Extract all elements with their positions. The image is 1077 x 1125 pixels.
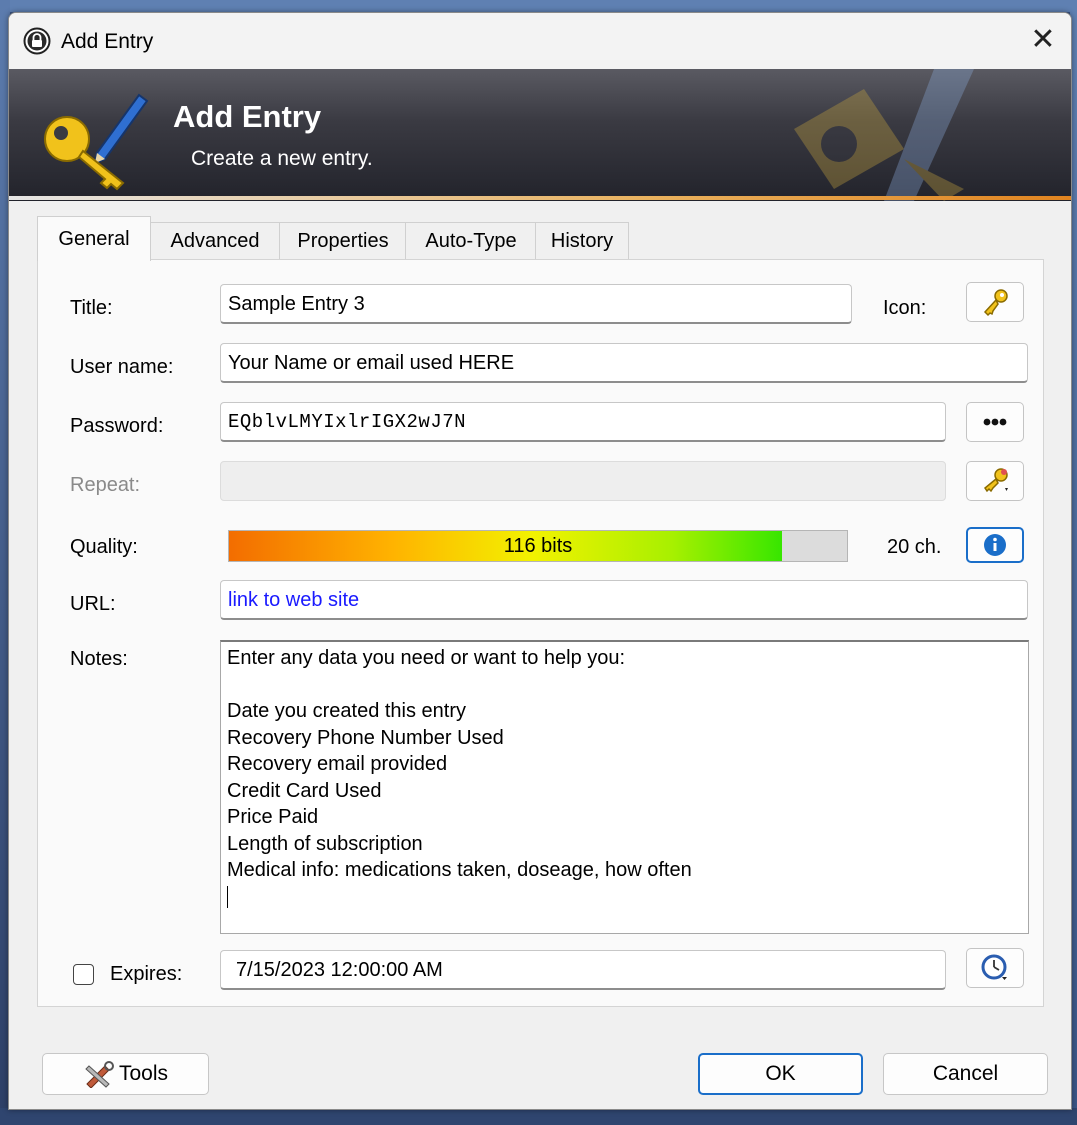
- notes-line: Date you created this entry: [227, 700, 467, 722]
- tab-properties[interactable]: Properties: [279, 222, 407, 259]
- show-password-button[interactable]: [966, 402, 1024, 442]
- key-icon: [983, 289, 1008, 317]
- tab-general[interactable]: General: [37, 216, 151, 261]
- repeat-password-input: [220, 461, 946, 501]
- notes-line: Credit Card Used: [227, 779, 382, 802]
- expiry-date-value: 7/15/2023 12:00:00 AM: [236, 959, 443, 981]
- url-label: URL:: [70, 593, 116, 615]
- tab-history[interactable]: History: [535, 222, 629, 259]
- dots-icon: [983, 418, 1007, 426]
- key-pencil-icon: [44, 93, 149, 191]
- lock-icon: [23, 27, 51, 55]
- quality-label: Quality:: [70, 536, 138, 558]
- expiry-presets-button[interactable]: [966, 948, 1024, 988]
- title-label: Title:: [70, 297, 113, 319]
- icon-label: Icon:: [883, 297, 927, 319]
- username-label: User name:: [70, 356, 174, 378]
- header-banner: Add Entry Create a new entry.: [9, 69, 1071, 201]
- password-quality-bar: 116 bits: [228, 530, 848, 562]
- notes-line: Medical info: medications taken, doseage…: [227, 859, 692, 881]
- desktop-background-top: [0, 0, 1077, 12]
- banner-subtitle: Create a new entry.: [191, 147, 373, 170]
- notes-line: Length of subscription: [227, 832, 423, 855]
- quality-info-button[interactable]: [966, 527, 1024, 563]
- expires-checkbox[interactable]: [73, 964, 94, 985]
- info-icon: [984, 534, 1006, 556]
- expires-label: Expires:: [110, 963, 183, 985]
- general-tab-panel: Title: Sample Entry 3 Icon: User name: Y…: [37, 259, 1044, 1007]
- tools-button[interactable]: Tools: [42, 1053, 209, 1095]
- banner-title: Add Entry: [173, 99, 322, 134]
- tab-auto-type[interactable]: Auto-Type: [405, 222, 537, 259]
- expiry-date-input[interactable]: 7/15/2023 12:00:00 AM: [220, 950, 946, 990]
- notes-line: Recovery email provided: [227, 753, 448, 775]
- banner-watermark-icon: [794, 69, 974, 201]
- window-title: Add Entry: [61, 30, 154, 53]
- tools-icon: [85, 1061, 114, 1090]
- clock-icon: [981, 954, 1007, 980]
- notes-line: Price Paid: [227, 806, 319, 828]
- tools-button-label: Tools: [118, 1062, 169, 1085]
- username-input[interactable]: Your Name or email used HERE: [220, 343, 1028, 383]
- text-caret: [227, 886, 228, 909]
- notes-textarea[interactable]: Enter any data you need or want to help …: [220, 640, 1029, 934]
- desktop-background-bottom: [0, 1108, 1077, 1125]
- tab-advanced[interactable]: Advanced: [149, 222, 281, 259]
- add-entry-dialog: Add Entry ✕ Add Entry Create a new entry…: [8, 12, 1072, 1110]
- icon-picker-button[interactable]: [966, 282, 1024, 322]
- banner-accent-line: [9, 196, 1071, 200]
- title-bar: Add Entry ✕: [9, 13, 1071, 69]
- title-input[interactable]: Sample Entry 3: [220, 284, 852, 324]
- repeat-label: Repeat:: [70, 474, 141, 496]
- key-generator-icon: [983, 468, 1008, 493]
- password-input[interactable]: EQblvLMYIxlrIGX2wJ7N: [220, 402, 946, 442]
- cancel-button[interactable]: Cancel: [883, 1053, 1048, 1095]
- ok-button[interactable]: OK: [698, 1053, 863, 1095]
- notes-label: Notes:: [70, 648, 128, 670]
- notes-caret-line: [227, 884, 1022, 911]
- url-input[interactable]: link to web site: [220, 580, 1028, 620]
- generate-password-button[interactable]: [966, 461, 1024, 501]
- notes-line: Enter any data you need or want to help …: [227, 647, 626, 669]
- password-quality-text: 116 bits: [503, 535, 573, 557]
- password-length: 20 ch.: [887, 536, 942, 558]
- close-button[interactable]: ✕: [1025, 25, 1061, 57]
- password-label: Password:: [70, 415, 164, 437]
- notes-line: Recovery Phone Number Used: [227, 726, 504, 749]
- notes-line: [227, 672, 1022, 699]
